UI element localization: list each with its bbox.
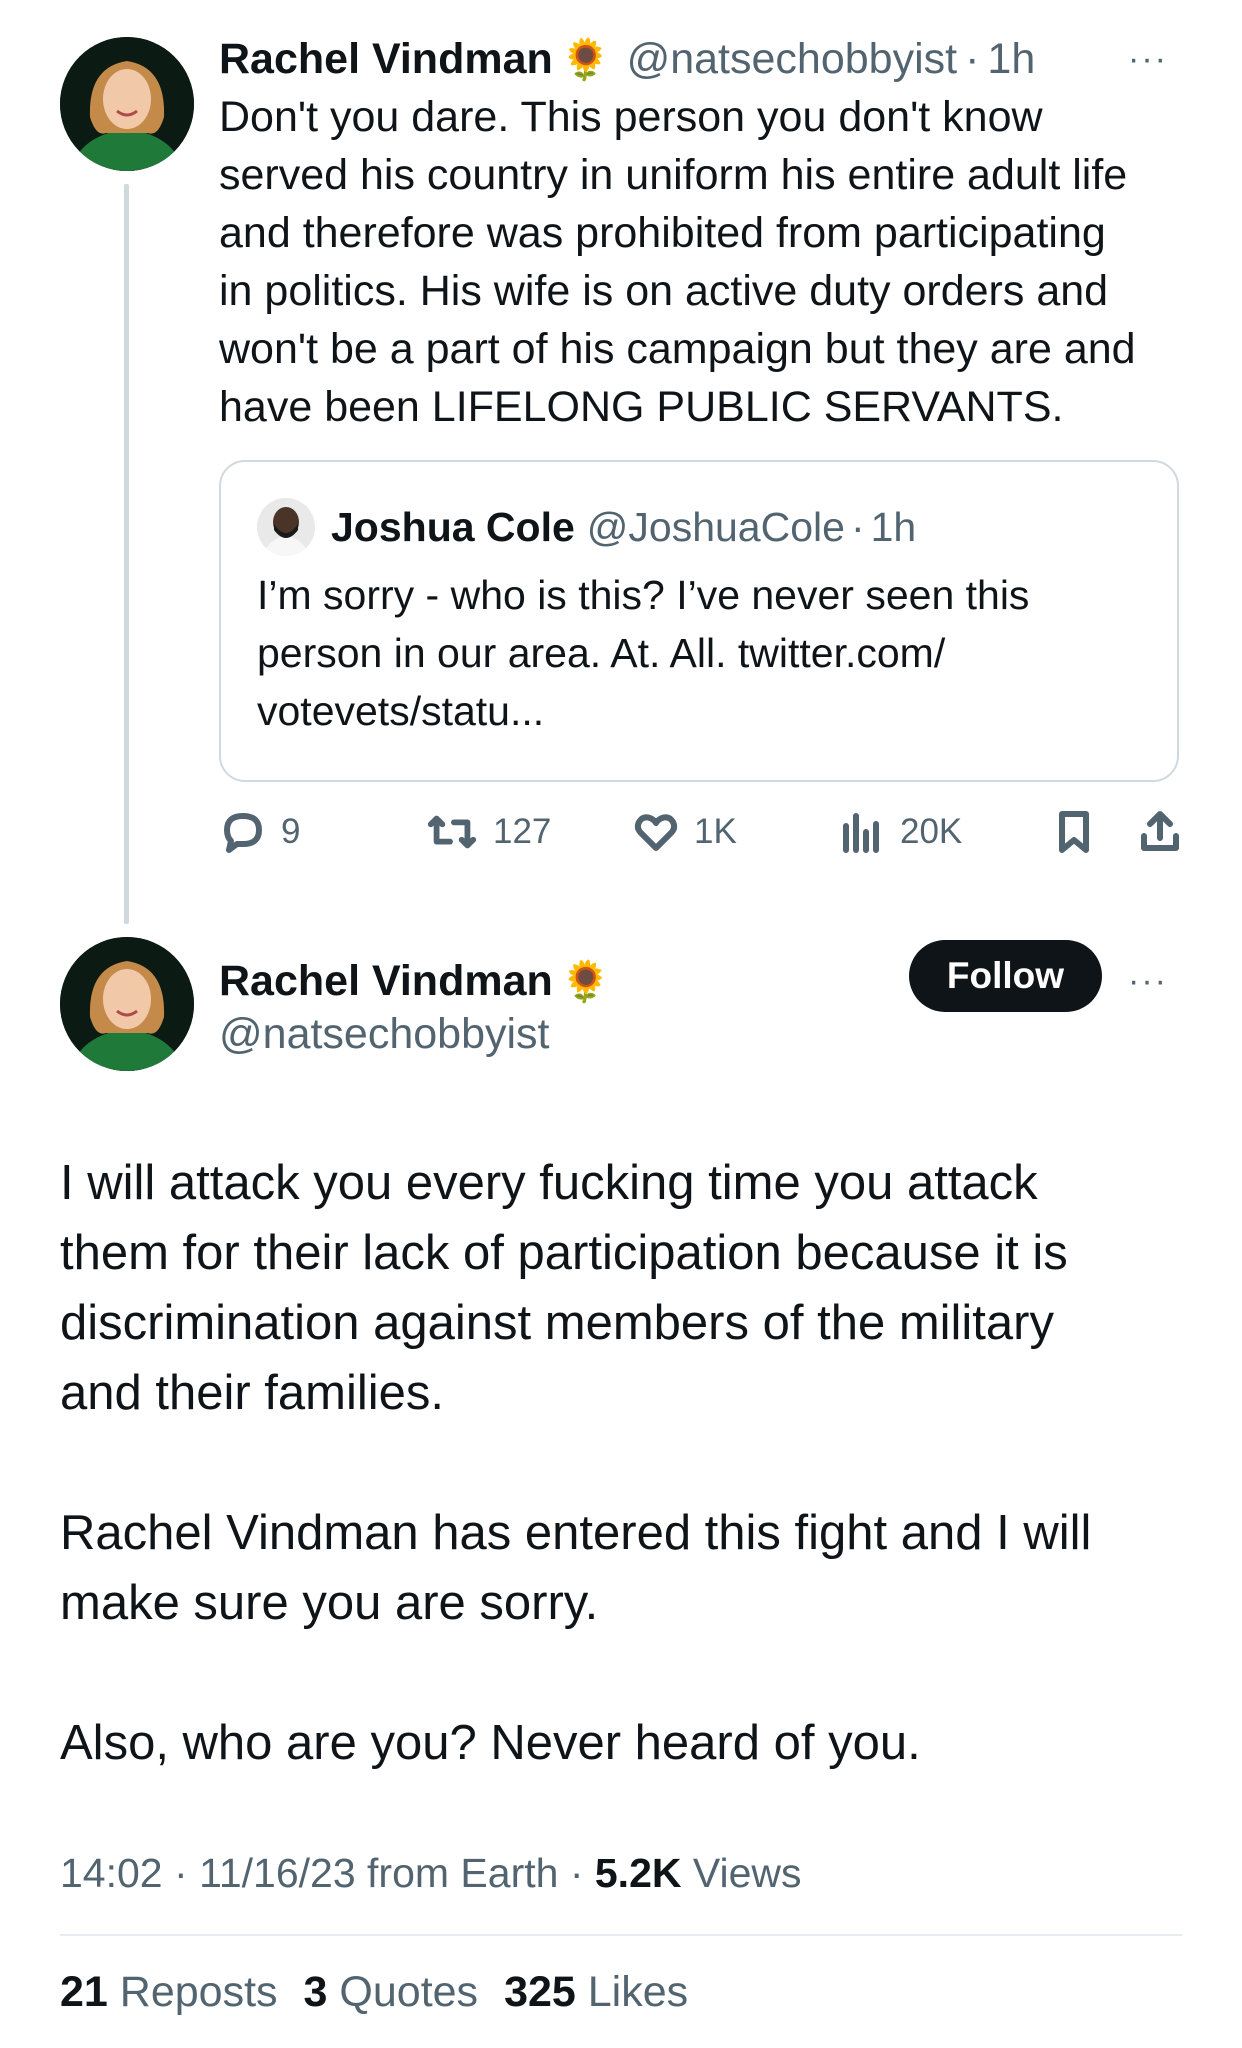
views-count: 5.2K <box>594 1850 682 1896</box>
tweet-text-line: make sure you are sorry. <box>60 1576 599 1630</box>
tweet-text: Don't you dare. This person you don't kn… <box>219 88 1199 436</box>
tweet-text-line: Rachel Vindman has entered this fight an… <box>60 1506 1092 1560</box>
tweet-meta: 14:02 · 11/16/23 from Earth · 5.2K Views <box>60 1850 802 1897</box>
like-count: 1K <box>694 812 737 851</box>
share-icon <box>1141 811 1179 851</box>
author-name[interactable]: Rachel Vindman <box>219 35 553 84</box>
quotes-stat[interactable]: 3 Quotes <box>304 1968 479 2017</box>
quotes-label: Quotes <box>339 1968 479 2016</box>
author-name[interactable]: Rachel Vindman <box>219 957 553 1006</box>
tweet-text-line: have been LIFELONG PUBLIC SERVANTS. <box>219 383 1064 431</box>
quoted-avatar <box>257 498 315 556</box>
quoted-header: Joshua Cole @JoshuaCole · 1h <box>331 498 916 556</box>
likes-label: Likes <box>587 1968 689 2016</box>
repost-count: 127 <box>493 812 552 851</box>
tweet-text-line: them for their lack of participation bec… <box>60 1226 1068 1280</box>
reply-count: 9 <box>281 812 301 851</box>
tweet-text-line: Don't you dare. This person you don't kn… <box>219 93 1043 141</box>
reposts-label: Reposts <box>119 1968 278 2016</box>
tweet-text-line: in politics. His wife is on active duty … <box>219 267 1109 315</box>
quoted-author-name: Joshua Cole <box>331 503 575 550</box>
bookmark-icon <box>1059 811 1089 853</box>
more-options-icon[interactable]: ··· <box>1128 40 1168 79</box>
views-label: Views <box>692 1850 802 1896</box>
quoted-text-line: person in our area. At. All. twitter.com… <box>257 630 946 676</box>
tweet-time[interactable]: 14:02 <box>60 1850 163 1896</box>
reposts-stat[interactable]: 21 Reposts <box>60 1968 278 2017</box>
views-count: 20K <box>900 812 963 851</box>
more-options-icon[interactable]: ··· <box>1128 962 1168 1001</box>
separator-dot: · <box>850 503 865 550</box>
tweet-stats: 21 Reposts 3 Quotes 325 Likes <box>60 1968 688 2017</box>
bookmark-action[interactable] <box>1050 808 1098 856</box>
reposts-count: 21 <box>60 1968 108 2016</box>
tweet-header: Rachel Vindman 🌻 @natsechobbyist · 1h <box>219 30 1035 88</box>
reply-action[interactable]: 9 <box>219 808 300 856</box>
repost-icon <box>427 815 477 849</box>
avatar[interactable] <box>60 37 194 171</box>
follow-button[interactable]: Follow <box>909 940 1102 1012</box>
tweet-text-line: won't be a part of his campaign but they… <box>219 325 1136 373</box>
likes-count: 325 <box>504 1968 576 2016</box>
views-icon <box>843 813 879 853</box>
like-action[interactable]: 1K <box>632 808 737 856</box>
sunflower-icon: 🌻 <box>560 37 611 82</box>
reply-icon <box>224 813 262 853</box>
repost-action[interactable]: 127 <box>425 808 551 856</box>
tweet-text-line: and therefore was prohibited from partic… <box>219 209 1106 257</box>
divider <box>60 1934 1182 1936</box>
quoted-text-line: I’m sorry - who is this? I’ve never seen… <box>257 572 1030 618</box>
quoted-text: I’m sorry - who is this? I’ve never seen… <box>257 566 1157 740</box>
tweet-paragraph: I will attack you every fucking time you… <box>60 1148 1190 1428</box>
author-handle[interactable]: @natsechobbyist <box>627 35 958 84</box>
tweet-paragraph: Also, who are you? Never heard of you. <box>60 1708 1190 1778</box>
tweet-text-line: I will attack you every fucking time you… <box>60 1156 1038 1210</box>
quoted-time: 1h <box>870 503 917 550</box>
separator-dot: · <box>174 1850 200 1896</box>
tweet-text-line: discrimination against members of the mi… <box>60 1296 1054 1350</box>
views-action[interactable]: 20K <box>838 808 962 856</box>
separator-dot: · <box>569 1850 595 1896</box>
quoted-tweet-card[interactable]: Joshua Cole @JoshuaCole · 1h I’m sorry -… <box>219 460 1179 782</box>
tweet-text-line: and their families. <box>60 1366 445 1420</box>
sunflower-icon: 🌻 <box>560 959 611 1004</box>
tweet-date[interactable]: 11/16/23 <box>199 1850 356 1896</box>
separator-dot: · <box>965 34 980 83</box>
likes-stat[interactable]: 325 Likes <box>504 1968 688 2017</box>
thread-line <box>124 184 129 924</box>
tweet-paragraph: Rachel Vindman has entered this fight an… <box>60 1498 1190 1638</box>
share-action[interactable] <box>1136 808 1184 856</box>
main-tweet-header: Rachel Vindman 🌻 <box>219 952 611 1010</box>
tweet-text-line: Also, who are you? Never heard of you. <box>60 1716 921 1770</box>
author-handle[interactable]: @natsechobbyist <box>219 1010 550 1059</box>
quoted-text-line: votevets/statu... <box>257 688 545 734</box>
heart-icon <box>634 814 678 851</box>
main-tweet-text: I will attack you every fucking time you… <box>60 1148 1190 1778</box>
avatar[interactable] <box>60 937 194 1071</box>
quotes-count: 3 <box>303 1968 328 2016</box>
tweet-text-line: served his country in uniform his entire… <box>219 151 1128 199</box>
tweet-time[interactable]: 1h <box>987 35 1035 84</box>
tweet-source: from Earth <box>367 1850 559 1896</box>
quoted-author-handle: @JoshuaCole <box>586 503 845 550</box>
